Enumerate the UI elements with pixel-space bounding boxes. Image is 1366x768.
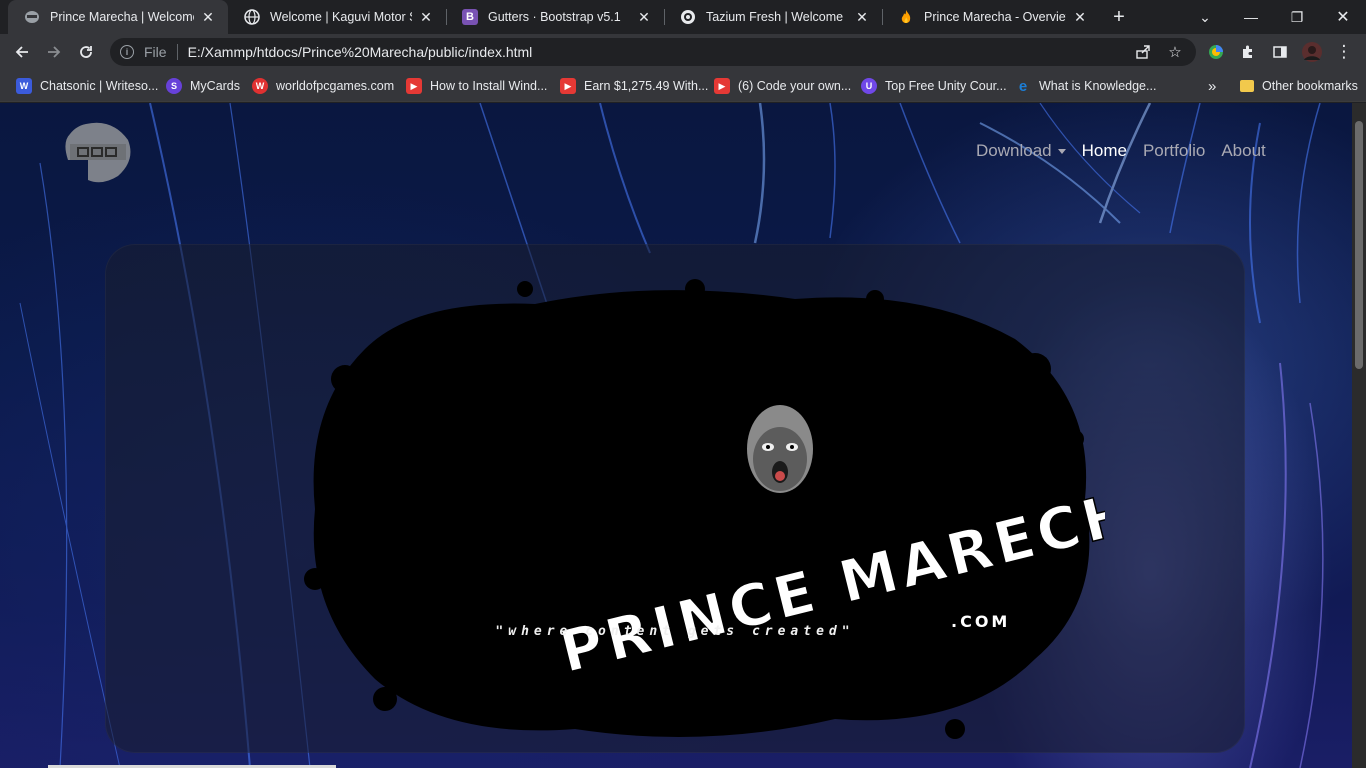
bookmark-label: Other bookmarks: [1262, 79, 1358, 93]
nav-portfolio[interactable]: Portfolio: [1143, 141, 1205, 161]
bookmark-label: worldofpcgames.com: [276, 79, 395, 93]
bookmark-youtube-code[interactable]: ▶ (6) Code your own...: [714, 75, 851, 97]
url-text[interactable]: E:/Xammp/htdocs/Prince%20Marecha/public/…: [188, 44, 533, 60]
tab-strip: Prince Marecha | Welcome ✕ Welcome | Kag…: [0, 0, 1366, 34]
folder-icon: [1240, 80, 1254, 92]
address-bar[interactable]: i File E:/Xammp/htdocs/Prince%20Marecha/…: [110, 38, 1196, 66]
bookmark-label: MyCards: [190, 79, 241, 93]
fire-icon: [898, 9, 914, 25]
chatsonic-icon: W: [16, 78, 32, 94]
youtube-icon: ▶: [714, 78, 730, 94]
hero-card: PRINCE MARECHA .COM "where content gets …: [105, 244, 1245, 753]
bookmark-unity-courses[interactable]: U Top Free Unity Cour...: [861, 75, 1007, 97]
bookmark-label: Earn $1,275.49 With...: [584, 79, 709, 93]
page-viewport: Download Home Portfolio About PRINCE MAR…: [0, 103, 1366, 768]
bookmark-label: What is Knowledge...: [1039, 79, 1157, 93]
restore-button[interactable]: ❐: [1274, 0, 1320, 34]
tab-prince-marecha[interactable]: Prince Marecha | Welcome ✕: [8, 0, 228, 34]
menu-kebab-icon[interactable]: ⋮: [1330, 38, 1358, 66]
site-navigation: Download Home Portfolio About: [976, 141, 1282, 161]
tab-title: Prince Marecha - Overview -: [924, 10, 1066, 24]
nav-download-dropdown[interactable]: Download: [976, 141, 1066, 161]
browser-toolbar: i File E:/Xammp/htdocs/Prince%20Marecha/…: [0, 34, 1366, 70]
globe-icon: [244, 9, 260, 25]
bookmark-chatsonic[interactable]: W Chatsonic | Writeso...: [16, 75, 158, 97]
hero-tagline: "where content gets created": [495, 624, 855, 639]
tab-kaguvi[interactable]: Welcome | Kaguvi Motor Spa ✕: [228, 0, 446, 34]
knowledge-icon: e: [1018, 77, 1028, 95]
close-icon[interactable]: ✕: [854, 9, 870, 26]
extensions-puzzle-icon[interactable]: [1234, 38, 1262, 66]
nav-about[interactable]: About: [1221, 141, 1265, 161]
info-icon[interactable]: i: [120, 45, 134, 59]
circle-icon: [680, 9, 696, 25]
url-scheme: File: [144, 44, 167, 60]
scrollbar-thumb[interactable]: [1355, 121, 1363, 369]
bookmark-label: Top Free Unity Cour...: [885, 79, 1007, 93]
site-favicon: [24, 9, 40, 25]
worldofpcgames-icon: W: [252, 78, 268, 94]
vertical-scrollbar[interactable]: [1352, 103, 1366, 768]
face-illustration: [747, 405, 813, 493]
bookmark-label: (6) Code your own...: [738, 79, 852, 93]
tab-tazium-fresh[interactable]: Tazium Fresh | Welcome ✕: [664, 0, 882, 34]
close-icon[interactable]: ✕: [418, 9, 434, 26]
bootstrap-icon: B: [462, 9, 478, 25]
nav-download-label: Download: [976, 141, 1052, 160]
mycards-icon: S: [166, 78, 182, 94]
back-button[interactable]: [8, 38, 36, 66]
close-icon[interactable]: ✕: [1072, 9, 1088, 26]
bookmark-label: How to Install Wind...: [430, 79, 548, 93]
other-bookmarks[interactable]: Other bookmarks: [1240, 75, 1358, 97]
nav-home[interactable]: Home: [1082, 141, 1127, 161]
profile-avatar[interactable]: [1298, 38, 1326, 66]
youtube-icon: ▶: [560, 78, 576, 94]
star-icon[interactable]: ☆: [1166, 43, 1184, 61]
tab-title: Welcome | Kaguvi Motor Spa: [270, 10, 412, 24]
chevron-down-icon: [1057, 149, 1066, 155]
tab-prince-marecha-overview[interactable]: Prince Marecha - Overview - ✕: [882, 0, 1100, 34]
bookmark-youtube-earn[interactable]: ▶ Earn $1,275.49 With...: [560, 75, 708, 97]
bookmarks-overflow-button[interactable]: »: [1208, 75, 1216, 97]
share-icon[interactable]: [1134, 43, 1152, 61]
extension-colorful-icon[interactable]: [1202, 38, 1230, 66]
minimize-button[interactable]: —: [1228, 0, 1274, 34]
bookmark-worldofpcgames[interactable]: W worldofpcgames.com: [252, 75, 394, 97]
new-tab-button[interactable]: +: [1106, 4, 1132, 30]
bookmarks-bar: W Chatsonic | Writeso... S MyCards W wor…: [0, 70, 1366, 102]
tab-bootstrap-gutters[interactable]: B Gutters · Bootstrap v5.1 ✕: [446, 0, 664, 34]
hero-brand-artwork: PRINCE MARECHA .COM: [304, 279, 1105, 739]
reload-button[interactable]: [72, 38, 100, 66]
forward-button[interactable]: [40, 38, 68, 66]
tab-search-icon[interactable]: ⌄: [1182, 0, 1228, 34]
bookmark-knowledge[interactable]: e What is Knowledge...: [1015, 75, 1157, 97]
tab-title: Tazium Fresh | Welcome: [706, 10, 844, 24]
side-panel-icon[interactable]: [1266, 38, 1294, 66]
tab-title: Gutters · Bootstrap v5.1: [488, 10, 621, 24]
browser-window: Prince Marecha | Welcome ✕ Welcome | Kag…: [0, 0, 1366, 768]
bookmark-youtube-install-windows[interactable]: ▶ How to Install Wind...: [406, 75, 547, 97]
youtube-icon: ▶: [406, 78, 422, 94]
close-icon[interactable]: ✕: [200, 9, 216, 26]
close-icon[interactable]: ✕: [636, 9, 652, 26]
site-logo[interactable]: [62, 120, 134, 186]
bookmark-mycards[interactable]: S MyCards: [166, 75, 240, 97]
bookmark-label: Chatsonic | Writeso...: [40, 79, 159, 93]
udemy-icon: U: [861, 78, 877, 94]
tab-title: Prince Marecha | Welcome: [50, 10, 194, 24]
close-window-button[interactable]: ✕: [1320, 0, 1366, 34]
